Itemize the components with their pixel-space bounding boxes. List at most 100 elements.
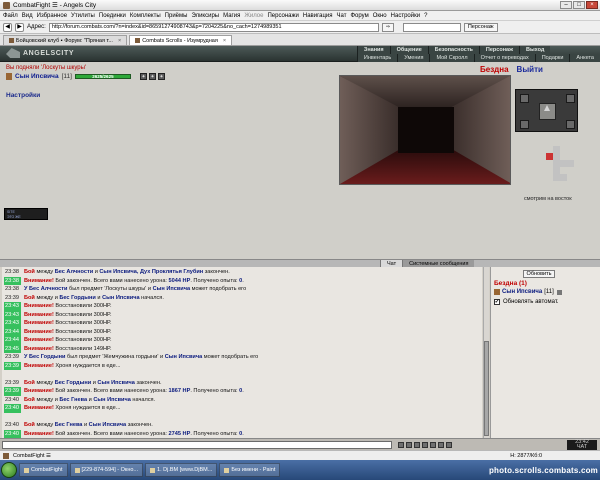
nav-link[interactable]: Анкета: [569, 54, 600, 62]
send-icon[interactable]: [438, 441, 444, 448]
chat-name[interactable]: 2745 HP: [169, 431, 191, 437]
chat-name[interactable]: Бес Гордыни: [55, 380, 91, 386]
translit-icon[interactable]: [406, 441, 412, 448]
chat-log[interactable]: 23:38 Бой между Бес Алчности и Сын Ипсвич…: [2, 267, 482, 438]
filter-icon[interactable]: [422, 441, 428, 448]
chat-scrollbar[interactable]: [483, 267, 489, 438]
tab-close-icon[interactable]: ×: [223, 38, 226, 44]
dungeon-view[interactable]: [339, 75, 511, 185]
refresh-button[interactable]: Обновить: [523, 270, 555, 278]
chat-time[interactable]: 23:43: [4, 319, 21, 328]
menu-item[interactable]: Файл: [3, 13, 18, 19]
taskbar-item[interactable]: [229-874-594] - Окно...: [69, 463, 144, 477]
maximize-icon[interactable]: □: [573, 1, 585, 9]
chat-time[interactable]: 23:38: [4, 285, 21, 294]
chat-name[interactable]: Сын Ипсвича, Дух Проклятья Глубин: [99, 269, 203, 275]
nav-link[interactable]: Выход: [519, 46, 551, 54]
chat-name[interactable]: 1867 HP: [169, 388, 191, 394]
effect-icon[interactable]: ✦: [148, 73, 156, 80]
location-player-name[interactable]: Сын Ипсвича: [502, 289, 542, 295]
menu-item[interactable]: Избранное: [37, 13, 67, 19]
browser-tab[interactable]: Combats Scrolls - Изумрудная ×: [129, 35, 233, 45]
exit-chat-icon[interactable]: [446, 441, 452, 448]
chat-name[interactable]: У Бес Алчности: [24, 286, 67, 292]
chat-name[interactable]: Сын Ипсвича: [93, 397, 131, 403]
menu-item[interactable]: Комплекты: [130, 13, 161, 19]
chat-time[interactable]: 23:45: [4, 344, 21, 353]
chat-input[interactable]: [2, 440, 392, 449]
turn-right-button[interactable]: [566, 94, 575, 103]
search-button[interactable]: Персонаж: [463, 22, 498, 32]
step-right-button[interactable]: [566, 120, 575, 129]
turn-left-button[interactable]: [520, 94, 529, 103]
chat-time[interactable]: 23:40: [4, 421, 21, 430]
chat-name[interactable]: 5044 HP: [169, 278, 191, 284]
menu-item[interactable]: Чат: [337, 13, 347, 19]
nav-link[interactable]: Инвентарь: [356, 54, 398, 62]
location-player[interactable]: Сын Ипсвича [11]: [494, 289, 562, 295]
chat-name[interactable]: У Бес Гордыни: [24, 354, 66, 360]
auto-update-row[interactable]: ✔ Обновлять автомат.: [494, 299, 559, 305]
menu-item[interactable]: ?: [424, 13, 427, 19]
chat-time[interactable]: 23:38: [4, 276, 21, 285]
back-icon[interactable]: ◀: [3, 22, 12, 32]
chat-time[interactable]: 23:43: [4, 310, 21, 319]
nav-link[interactable]: Безопасность: [427, 46, 479, 54]
settings-link[interactable]: Настройки: [6, 92, 40, 99]
chat-time[interactable]: 23:39: [4, 387, 21, 396]
scroll-thumb[interactable]: [484, 341, 489, 436]
chat-name[interactable]: Бес Гнева: [59, 397, 87, 403]
chat-name[interactable]: Сын Ипсвича: [102, 295, 140, 301]
go-button[interactable]: ⇒: [381, 22, 394, 32]
menu-item[interactable]: Эликсиры: [191, 13, 219, 19]
close-icon[interactable]: ×: [586, 1, 598, 9]
chat-name[interactable]: Сын Ипсвича: [165, 354, 203, 360]
nav-link[interactable]: Мой Скролл: [429, 54, 474, 62]
menu-item[interactable]: Персонажи: [267, 13, 298, 19]
menu-item[interactable]: Настройки: [391, 13, 420, 19]
start-button[interactable]: [1, 462, 17, 478]
search-input[interactable]: [402, 22, 461, 32]
taskbar-item[interactable]: 1. Dj.BM [www.DjBM...: [145, 463, 218, 477]
chat-time[interactable]: 23:39: [4, 294, 21, 303]
menu-item[interactable]: Утилиты: [71, 13, 95, 19]
counter-badge[interactable]: SITE ЭТО ЖЕ: [4, 208, 48, 220]
sound-icon[interactable]: [430, 441, 436, 448]
smiley-icon[interactable]: [398, 441, 404, 448]
chat-time[interactable]: 23:40: [4, 396, 21, 405]
taskbar-item[interactable]: Без имени - Paint: [219, 463, 281, 477]
menu-item[interactable]: Магия: [223, 13, 240, 19]
menu-item[interactable]: Навигация: [303, 13, 333, 19]
chat-time[interactable]: 23:39: [4, 353, 21, 362]
chat-time[interactable]: 23:39: [4, 361, 21, 370]
auto-update-checkbox[interactable]: ✔: [494, 299, 500, 305]
character-name[interactable]: Сын Ипсвича: [15, 73, 59, 80]
chat-time[interactable]: 23:44: [4, 327, 21, 336]
nav-link[interactable]: Персонаж: [478, 46, 519, 54]
minimize-icon[interactable]: –: [560, 1, 572, 9]
chat-time[interactable]: 23:40: [4, 429, 21, 438]
forward-icon[interactable]: ▶: [15, 22, 24, 32]
effect-icon[interactable]: ✦: [157, 73, 165, 80]
chat-name[interactable]: Бес Гнева: [55, 422, 83, 428]
nav-link[interactable]: Общение: [389, 46, 428, 54]
chat-name[interactable]: Сын Ипсвича: [89, 422, 127, 428]
chat-name[interactable]: Бес Гордыни: [59, 295, 95, 301]
chat-name[interactable]: Бес Алчности: [55, 269, 93, 275]
nav-link[interactable]: Знания: [356, 46, 390, 54]
chat-name[interactable]: Сын Ипсвича: [97, 380, 135, 386]
exit-link[interactable]: Выйти: [517, 65, 543, 74]
chat-time[interactable]: 23:38: [4, 268, 21, 277]
address-input[interactable]: [48, 22, 379, 32]
menu-item[interactable]: Поединки: [99, 13, 126, 19]
nav-link[interactable]: Отчет о переводах: [473, 54, 535, 62]
menu-item[interactable]: Жилое: [244, 13, 263, 19]
menu-item[interactable]: Приёмы: [165, 13, 188, 19]
chat-name[interactable]: Сын Ипсвича: [153, 286, 191, 292]
menu-item[interactable]: Форум: [350, 13, 368, 19]
menu-item[interactable]: Окно: [373, 13, 387, 19]
step-left-button[interactable]: [520, 120, 529, 129]
effect-icon[interactable]: ✦: [139, 73, 147, 80]
nav-link[interactable]: Умения: [397, 54, 430, 62]
chat-time[interactable]: 23:44: [4, 336, 21, 345]
